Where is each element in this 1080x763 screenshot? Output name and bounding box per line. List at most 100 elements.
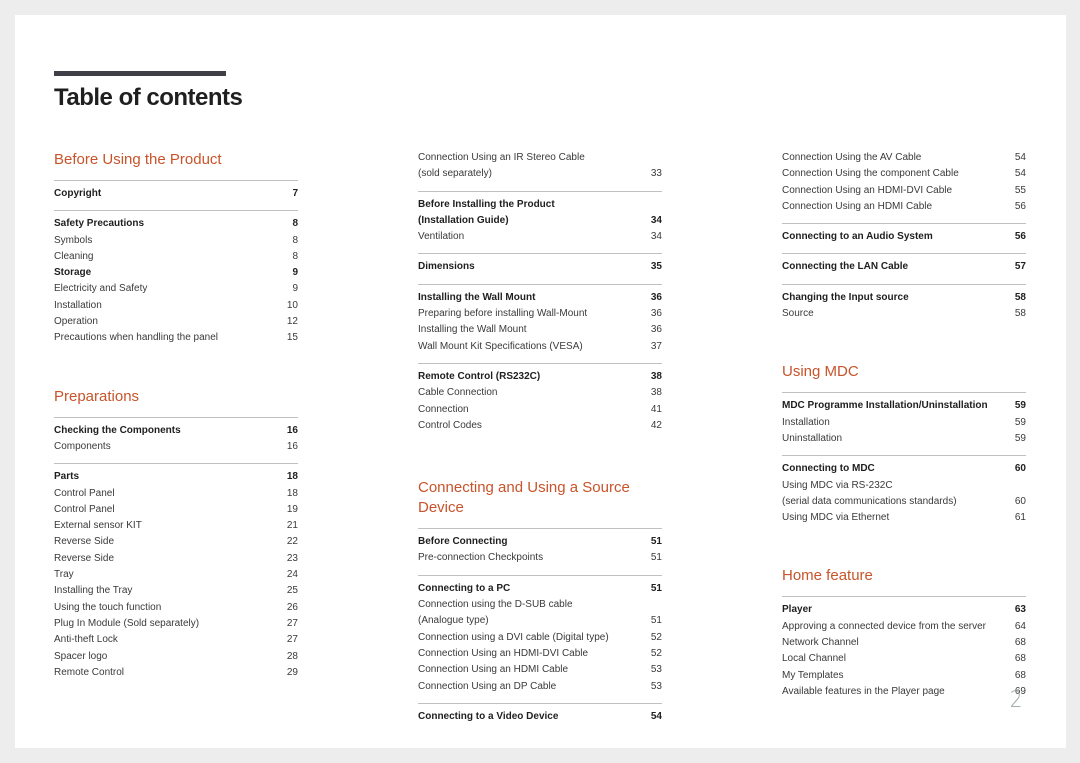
toc-entry[interactable]: Using the touch function 26 (54, 600, 298, 616)
toc-heading-entry[interactable]: MDC Programme Installation/Uninstallatio… (782, 398, 1026, 414)
page-title: Table of contents (54, 84, 243, 111)
toc-entry[interactable]: Installing the Tray 25 (54, 583, 298, 599)
toc-heading-entry[interactable]: (Installation Guide) 34 (418, 213, 662, 229)
entry-page-number: 18 (286, 471, 298, 483)
entry-page-number: 55 (1014, 184, 1026, 196)
entry-label: Connection Using an HDMI Cable (418, 664, 569, 676)
toc-entry[interactable]: Electricity and Safety 9 (54, 281, 298, 297)
toc-entry[interactable]: Available features in the Player page 69 (782, 684, 1026, 700)
toc-entry[interactable]: Installation 10 (54, 298, 298, 314)
toc-entry[interactable]: Connection Using an HDMI Cable 56 (782, 199, 1026, 215)
toc-heading-entry[interactable]: Connecting to MDC 60 (782, 461, 1026, 477)
toc-entry[interactable]: Control Codes 42 (418, 418, 662, 434)
toc-section: Using MDC MDC Programme Installation/Unin… (782, 362, 1026, 526)
entry-page-number: 51 (650, 552, 662, 564)
toc-entry[interactable]: Connection 41 (418, 402, 662, 418)
entry-label: Cable Connection (418, 387, 498, 399)
toc-entry[interactable]: Control Panel 19 (54, 502, 298, 518)
entry-label: Control Codes (418, 419, 482, 431)
toc-heading-entry[interactable]: Remote Control (RS232C) 38 (418, 369, 662, 385)
toc-group: Connecting to a PC 51 Connection using the… (418, 574, 662, 695)
toc-entry[interactable]: External sensor KIT 21 (54, 518, 298, 534)
toc-entry[interactable]: Ventilation 34 (418, 229, 662, 245)
toc-entry[interactable]: Using MDC via RS-232C (782, 478, 1026, 494)
entry-label: Symbols (54, 234, 93, 246)
toc-entry[interactable]: Using MDC via Ethernet 61 (782, 510, 1026, 526)
toc-entry[interactable]: Connection Using an HDMI-DVI Cable 52 (418, 646, 662, 662)
entry-label: (sold separately) (418, 168, 492, 180)
toc-entry[interactable]: Connection Using an DP Cable 53 (418, 679, 662, 695)
entry-label: External sensor KIT (54, 520, 142, 532)
toc-heading-entry[interactable]: Changing the Input source 58 (782, 290, 1026, 306)
toc-heading-entry[interactable]: Connecting to a PC 51 (418, 581, 662, 597)
toc-heading-entry[interactable]: Player 63 (782, 602, 1026, 618)
toc-entry[interactable]: Spacer logo 28 (54, 649, 298, 665)
toc-entry[interactable]: Connection Using an HDMI-DVI Cable 55 (782, 183, 1026, 199)
toc-entry[interactable]: Wall Mount Kit Specifications (VESA) 37 (418, 339, 662, 355)
toc-entry[interactable]: Symbols 8 (54, 233, 298, 249)
entry-label: Dimensions (418, 261, 475, 273)
toc-entry[interactable]: Reverse Side 23 (54, 551, 298, 567)
toc-heading-entry[interactable]: Installing the Wall Mount 36 (418, 290, 662, 306)
entry-label: Operation (54, 316, 98, 328)
entry-label: (Installation Guide) (418, 214, 509, 226)
entry-label: Pre-connection Checkpoints (418, 552, 544, 564)
entry-label: Connecting to a Video Device (418, 710, 559, 722)
toc-entry[interactable]: Control Panel 18 (54, 486, 298, 502)
entry-page-number: 59 (1014, 400, 1026, 412)
toc-entry[interactable]: (serial data communications standards) 60 (782, 494, 1026, 510)
toc-section: Preparations Checking the Components 16 Com… (54, 387, 298, 681)
toc-heading-entry[interactable]: Dimensions 35 (418, 259, 662, 275)
toc-entry[interactable]: Network Channel 68 (782, 635, 1026, 651)
entry-page-number: 29 (286, 666, 298, 678)
entry-page-number: 38 (650, 370, 662, 382)
toc-heading-entry[interactable]: Before Connecting 51 (418, 534, 662, 550)
entry-label: Connection using the D-SUB cable (418, 599, 573, 611)
toc-entry[interactable]: Tray 24 (54, 567, 298, 583)
toc-heading-entry[interactable]: Copyright 7 (54, 186, 298, 202)
entry-label: Preparing before installing Wall-Mount (418, 308, 588, 320)
entry-page-number: 61 (1014, 512, 1026, 524)
entry-label: Control Panel (54, 503, 115, 515)
toc-entry[interactable]: Connection using the D-SUB cable (418, 597, 662, 613)
toc-entry[interactable]: Cleaning 8 (54, 249, 298, 265)
toc-entry[interactable]: Local Channel 68 (782, 651, 1026, 667)
toc-entry[interactable]: (sold separately) 33 (418, 166, 662, 182)
toc-heading-entry[interactable]: Before Installing the Product (418, 197, 662, 213)
toc-entry[interactable]: My Templates 68 (782, 668, 1026, 684)
toc-entry[interactable]: Reverse Side 22 (54, 534, 298, 550)
toc-entry[interactable]: Components 16 (54, 439, 298, 455)
toc-heading-entry[interactable]: Connecting the LAN Cable 57 (782, 259, 1026, 275)
toc-entry[interactable]: Remote Control 29 (54, 665, 298, 681)
toc-entry[interactable]: Connection Using the AV Cable 54 (782, 150, 1026, 166)
toc-heading-entry[interactable]: Connecting to a Video Device 54 (418, 709, 662, 725)
toc-entry[interactable]: Connection Using an HDMI Cable 53 (418, 662, 662, 678)
toc-entry[interactable]: (Analogue type) 51 (418, 613, 662, 629)
toc-heading-entry[interactable]: Connecting to an Audio System 56 (782, 229, 1026, 245)
toc-heading-entry[interactable]: Parts 18 (54, 469, 298, 485)
toc-entry[interactable]: Pre-connection Checkpoints 51 (418, 550, 662, 566)
toc-entry[interactable]: Plug In Module (Sold separately) 27 (54, 616, 298, 632)
toc-entry[interactable]: Installing the Wall Mount 36 (418, 322, 662, 338)
toc-heading-entry[interactable]: Checking the Components 16 (54, 423, 298, 439)
toc-entry[interactable]: Source 58 (782, 306, 1026, 322)
toc-entry[interactable]: Approving a connected device from the se… (782, 619, 1026, 635)
entry-page-number: 27 (286, 617, 298, 629)
toc-heading-entry[interactable]: Storage 9 (54, 265, 298, 281)
entry-page-number: 51 (650, 615, 662, 627)
toc-entry[interactable]: Installation 59 (782, 415, 1026, 431)
toc-heading-entry[interactable]: Safety Precautions 8 (54, 216, 298, 232)
toc-entry[interactable]: Precautions when handling the panel 15 (54, 330, 298, 346)
entry-label: Reverse Side (54, 552, 115, 564)
toc-entry[interactable]: Anti-theft Lock 27 (54, 632, 298, 648)
toc-entry[interactable]: Connection using a DVI cable (Digital ty… (418, 630, 662, 646)
toc-entry[interactable]: Operation 12 (54, 314, 298, 330)
toc-entry[interactable]: Connection Using an IR Stereo Cable (418, 150, 662, 166)
entry-label: Connection using a DVI cable (Digital ty… (418, 631, 609, 643)
toc-entry[interactable]: Connection Using the component Cable 54 (782, 166, 1026, 182)
toc-entry[interactable]: Uninstallation 59 (782, 431, 1026, 447)
entry-page-number: 68 (1014, 637, 1026, 649)
entry-page-number: 56 (1014, 200, 1026, 212)
toc-entry[interactable]: Cable Connection 38 (418, 385, 662, 401)
toc-entry[interactable]: Preparing before installing Wall-Mount 36 (418, 306, 662, 322)
